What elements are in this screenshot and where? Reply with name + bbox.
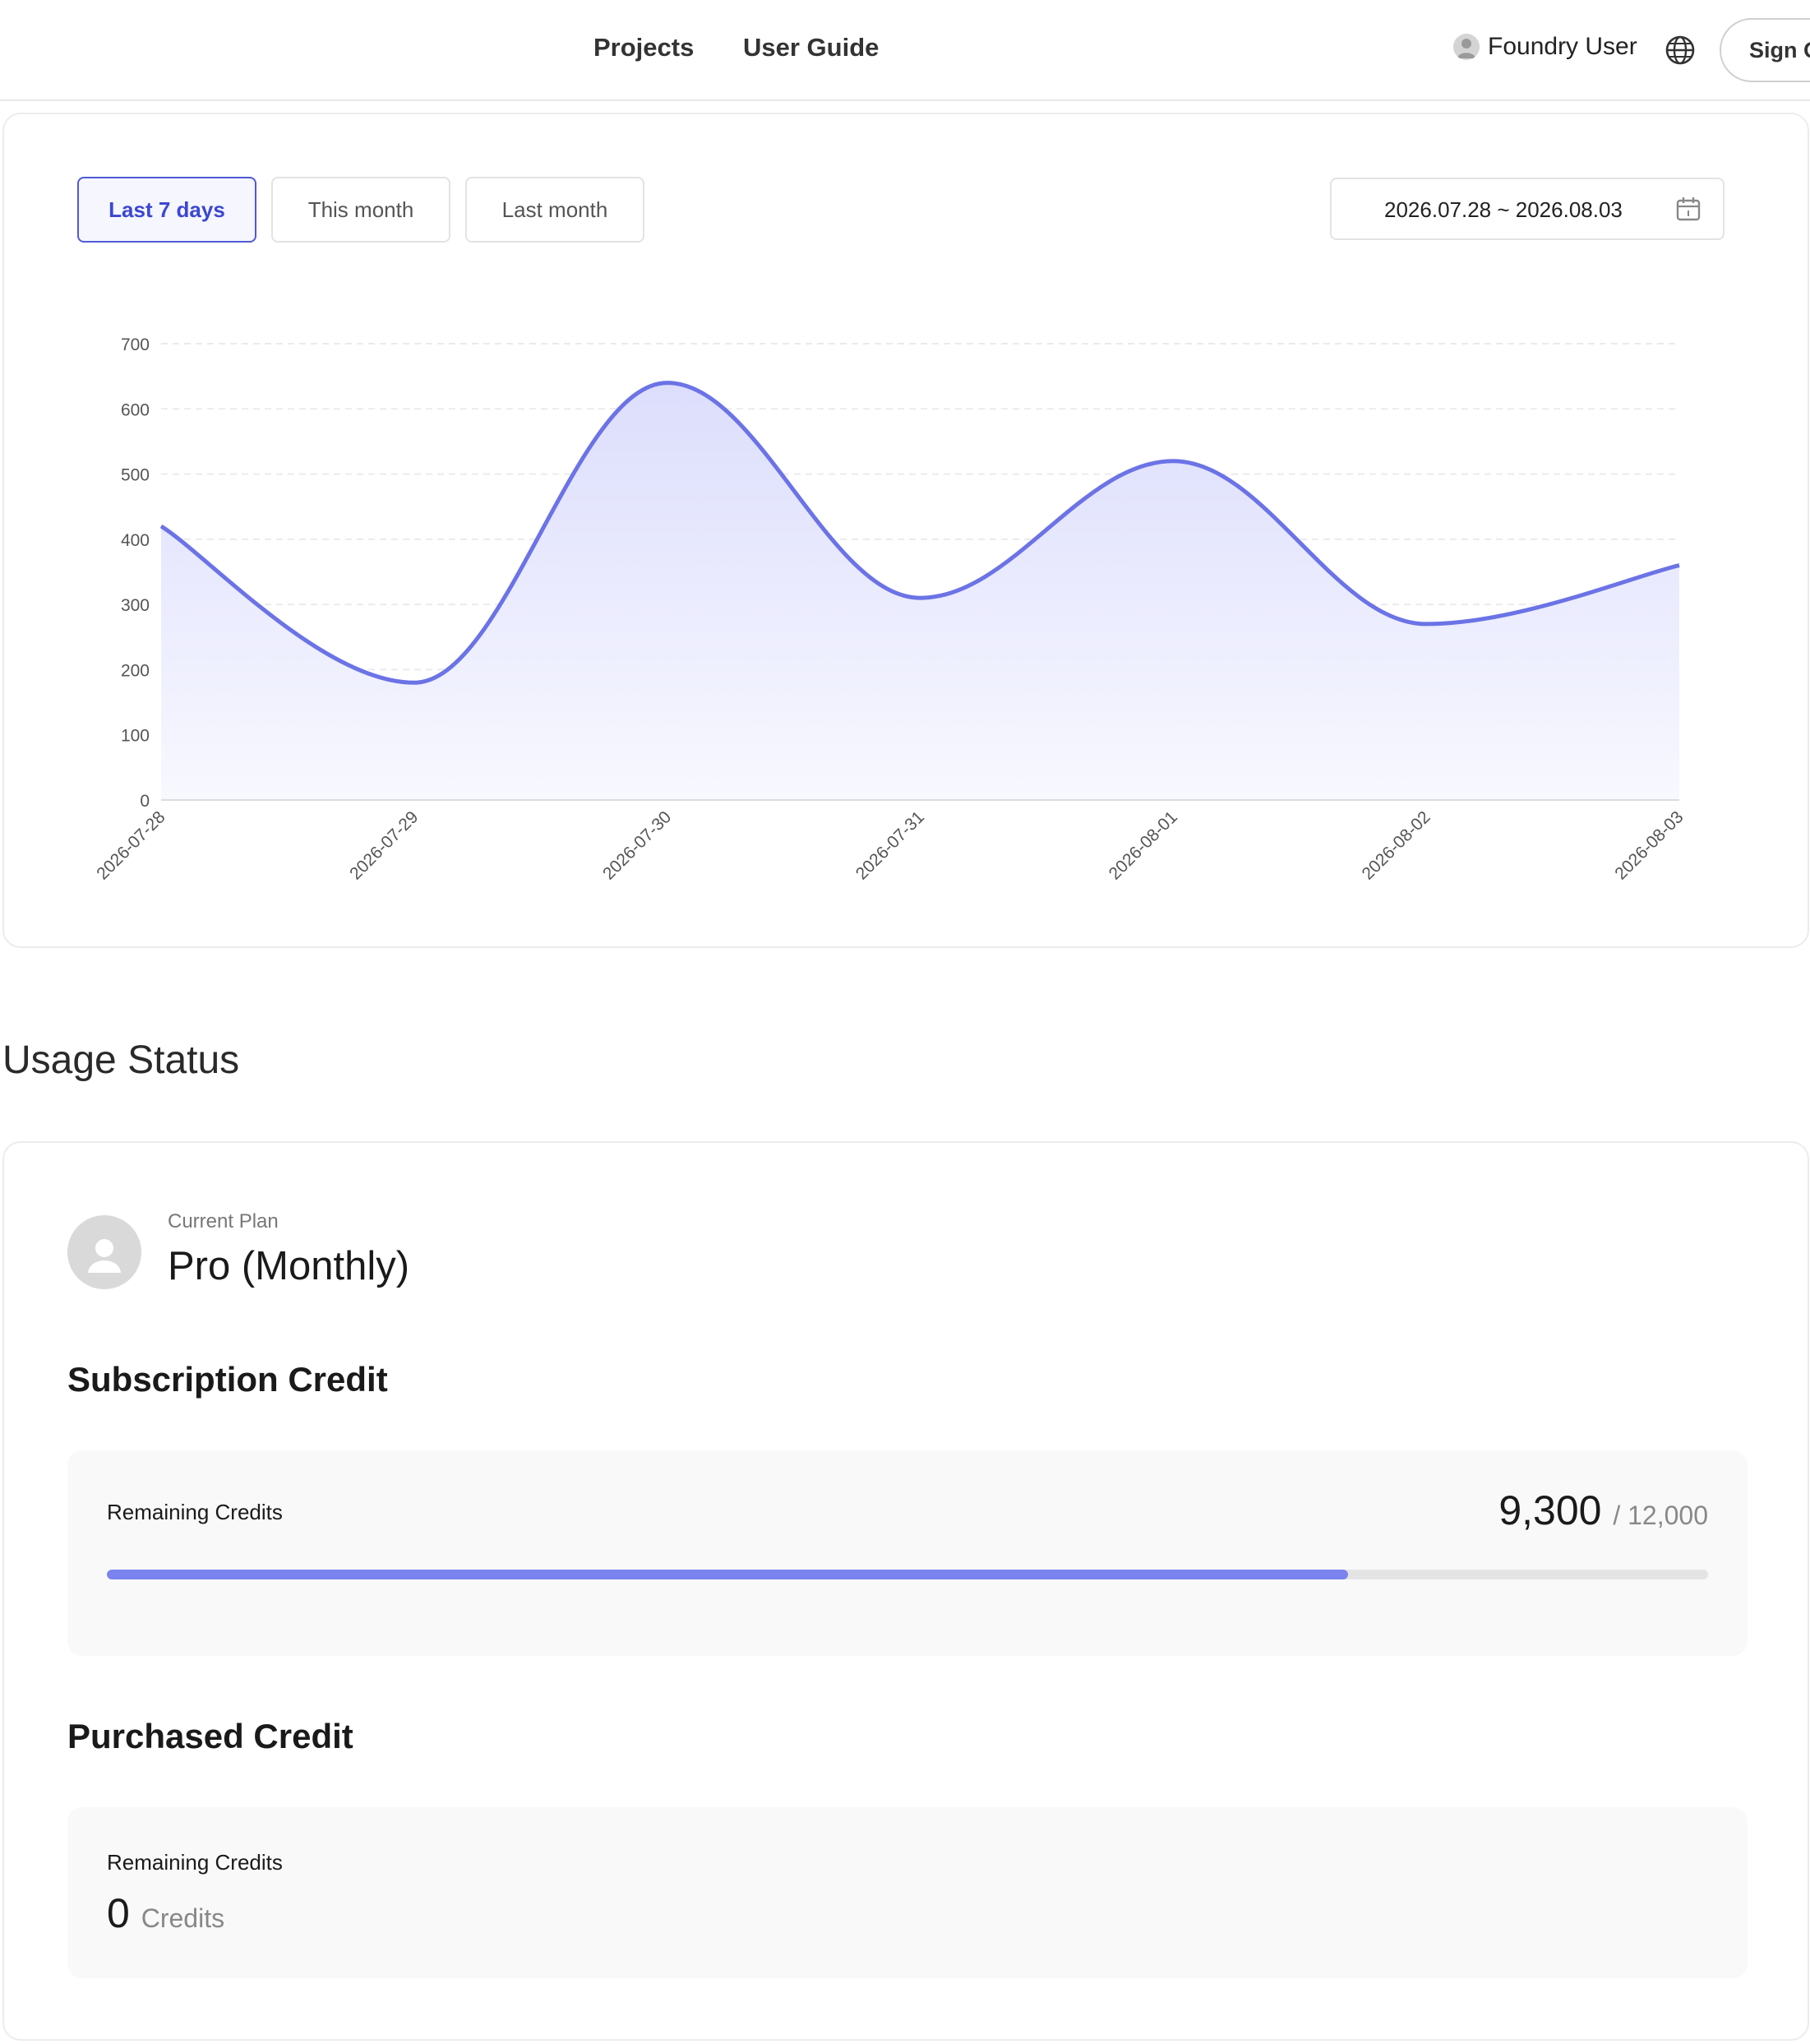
purchased-value-number: 0 (107, 1890, 130, 1936)
y-tick-label: 100 (121, 727, 150, 746)
y-tick-label: 700 (121, 335, 150, 354)
current-plan-label: Current Plan (168, 1210, 279, 1232)
x-tick-label: 2026-07-29 (346, 807, 422, 883)
subscription-remaining-value: 9,300 (1498, 1487, 1602, 1533)
top-navigation-bar: Projects User Guide Foundry User Sign Ou… (0, 0, 1810, 101)
nav-user-guide[interactable]: User Guide (743, 33, 879, 62)
purchased-value-unit: Credits (141, 1903, 225, 1933)
purchased-remaining-label: Remaining Credits (107, 1850, 283, 1875)
y-tick-label: 0 (140, 792, 150, 811)
user-avatar-icon (1453, 34, 1480, 60)
globe-icon[interactable] (1665, 35, 1696, 66)
sign-out-button[interactable]: Sign Out (1720, 18, 1810, 82)
subscription-total-value: / 12,000 (1613, 1501, 1708, 1530)
subscription-credit-value: 9,300 / 12,000 (1498, 1487, 1708, 1534)
subscription-credit-title: Subscription Credit (67, 1360, 388, 1399)
user-menu[interactable]: Foundry User (1453, 33, 1637, 61)
subscription-credit-box: Remaining Credits 9,300 / 12,000 (67, 1450, 1748, 1656)
usage-area-chart: 0 100 200 300 400 500 600 700 2026-07-28 2026-07-… (93, 335, 1687, 883)
purchased-credit-title: Purchased Credit (67, 1717, 353, 1755)
nav-projects[interactable]: Projects (593, 33, 694, 62)
y-tick-label: 600 (121, 400, 150, 419)
x-tick-label: 2026-07-28 (93, 807, 169, 883)
purchased-credit-value: 0 Credits (107, 1889, 224, 1937)
current-plan-name: Pro (Monthly) (168, 1244, 410, 1288)
x-tick-label: 2026-07-31 (852, 807, 928, 883)
y-tick-label: 400 (121, 531, 150, 550)
x-tick-label: 2026-07-30 (599, 807, 675, 883)
x-tick-label: 2026-08-03 (1611, 807, 1687, 883)
y-tick-label: 300 (121, 596, 150, 615)
y-tick-label: 200 (121, 661, 150, 680)
y-tick-label: 500 (121, 466, 150, 485)
purchased-credit-box: Remaining Credits 0 Credits (67, 1807, 1748, 1978)
usage-area-fill (161, 382, 1679, 800)
x-tick-label: 2026-08-01 (1106, 807, 1181, 883)
usage-chart-card: Last 7 days This month Last month 2026.0… (2, 113, 1809, 948)
subscription-progress-fill (107, 1570, 1348, 1579)
plan-avatar-icon (67, 1215, 141, 1289)
usage-status-title: Usage Status (2, 1038, 240, 1082)
subscription-remaining-label: Remaining Credits (107, 1500, 283, 1524)
x-tick-label: 2026-08-02 (1358, 807, 1434, 883)
usage-status-card: Current Plan Pro (Monthly) Subscription … (2, 1141, 1809, 2041)
subscription-progress-bar (107, 1570, 1708, 1579)
user-name: Foundry User (1488, 33, 1637, 60)
